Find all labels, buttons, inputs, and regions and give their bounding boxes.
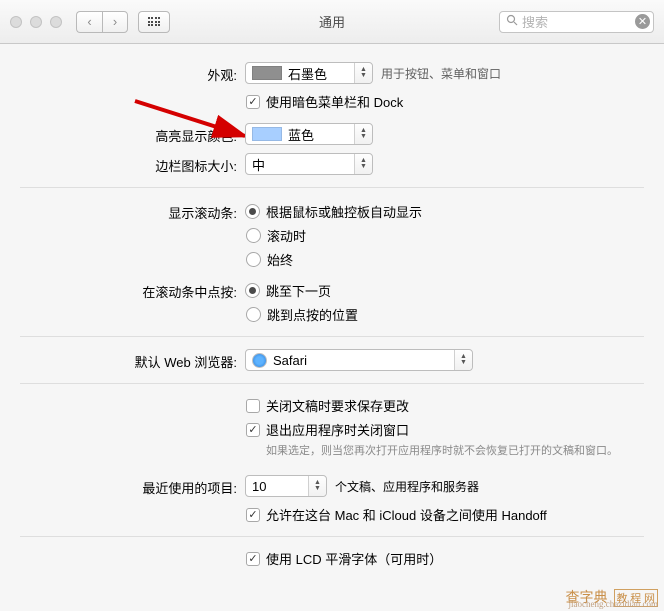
forward-button[interactable]: › xyxy=(102,11,128,33)
browser-select[interactable]: Safari ▲▼ xyxy=(245,349,473,371)
appearance-hint: 用于按钮、菜单和窗口 xyxy=(381,65,501,82)
quit-close-checkbox[interactable]: ✓ xyxy=(246,423,260,437)
window-title: 通用 xyxy=(319,12,345,31)
chevron-updown-icon: ▲▼ xyxy=(308,476,326,496)
search-placeholder: 搜索 xyxy=(522,12,548,31)
dark-mode-label: 使用暗色菜单栏和 Dock xyxy=(266,92,403,111)
back-button[interactable]: ‹ xyxy=(76,11,102,33)
handoff-checkbox[interactable]: ✓ xyxy=(246,508,260,522)
close-docs-checkbox[interactable] xyxy=(246,399,260,413)
lcd-checkbox[interactable]: ✓ xyxy=(246,552,260,566)
scrollbar-scrolling-radio[interactable] xyxy=(246,228,261,243)
divider xyxy=(20,187,644,188)
show-all-button[interactable] xyxy=(138,11,170,33)
search-icon xyxy=(506,14,518,29)
appearance-swatch xyxy=(252,66,282,80)
nav-buttons: ‹ › xyxy=(76,11,128,33)
scrollbar-always-label: 始终 xyxy=(267,250,293,269)
lcd-label: 使用 LCD 平滑字体（可用时） xyxy=(266,549,442,568)
scrollbar-auto-label: 根据鼠标或触控板自动显示 xyxy=(266,202,422,221)
recent-label: 最近使用的项目: xyxy=(0,475,245,497)
dark-mode-checkbox[interactable]: ✓ xyxy=(246,95,260,109)
highlight-swatch xyxy=(252,127,282,141)
browser-label: 默认 Web 浏览器: xyxy=(0,349,245,371)
titlebar: ‹ › 通用 搜索 ✕ xyxy=(0,0,664,44)
scroll-click-spot-label: 跳到点按的位置 xyxy=(267,305,358,324)
grid-icon xyxy=(148,17,161,26)
recent-select[interactable]: 10 ▲▼ xyxy=(245,475,327,497)
window-controls xyxy=(10,16,62,28)
clear-search-icon[interactable]: ✕ xyxy=(635,14,650,29)
appearance-value: 石墨色 xyxy=(288,64,327,83)
quit-close-label: 退出应用程序时关闭窗口 xyxy=(266,420,409,439)
browser-value: Safari xyxy=(273,353,307,368)
handoff-label: 允许在这台 Mac 和 iCloud 设备之间使用 Handoff xyxy=(266,505,547,524)
content-area: 外观: 石墨色 ▲▼ 用于按钮、菜单和窗口 ✓ 使用暗色菜单栏和 Dock 高亮… xyxy=(0,44,664,611)
scrollbar-scrolling-label: 滚动时 xyxy=(267,226,306,245)
highlight-select[interactable]: 蓝色 ▲▼ xyxy=(245,123,373,145)
quit-close-helper: 如果选定，则当您再次打开应用程序时就不会恢复已打开的文稿和窗口。 xyxy=(266,444,634,459)
minimize-window-icon[interactable] xyxy=(30,16,42,28)
zoom-window-icon[interactable] xyxy=(50,16,62,28)
scrollbar-auto-radio[interactable] xyxy=(245,204,260,219)
close-docs-label: 关闭文稿时要求保存更改 xyxy=(266,396,409,415)
appearance-select[interactable]: 石墨色 ▲▼ xyxy=(245,62,373,84)
scrollbar-always-radio[interactable] xyxy=(246,252,261,267)
close-window-icon[interactable] xyxy=(10,16,22,28)
chevron-updown-icon: ▲▼ xyxy=(454,350,472,370)
watermark: 查字典 教 程 网 jiaocheng.chazidian.com xyxy=(566,587,659,607)
divider xyxy=(20,336,644,337)
sidebar-size-value: 中 xyxy=(252,155,265,174)
sidebar-size-select[interactable]: 中 ▲▼ xyxy=(245,153,373,175)
scroll-click-page-label: 跳至下一页 xyxy=(266,281,331,300)
highlight-value: 蓝色 xyxy=(288,125,314,144)
safari-icon xyxy=(252,353,267,368)
recent-value: 10 xyxy=(252,479,266,494)
scroll-click-label: 在滚动条中点按: xyxy=(0,279,245,301)
sidebar-size-label: 边栏图标大小: xyxy=(0,153,245,175)
highlight-label: 高亮显示颜色: xyxy=(0,123,245,145)
divider xyxy=(20,383,644,384)
scroll-click-spot-radio[interactable] xyxy=(246,307,261,322)
watermark-sub: jiaocheng.chazidian.com xyxy=(569,599,658,609)
divider xyxy=(20,536,644,537)
scroll-click-page-radio[interactable] xyxy=(245,283,260,298)
appearance-label: 外观: xyxy=(0,62,245,84)
chevron-updown-icon: ▲▼ xyxy=(354,154,372,174)
scrollbars-label: 显示滚动条: xyxy=(0,200,245,222)
chevron-updown-icon: ▲▼ xyxy=(354,124,372,144)
recent-suffix: 个文稿、应用程序和服务器 xyxy=(335,478,479,495)
chevron-updown-icon: ▲▼ xyxy=(354,63,372,83)
search-input[interactable]: 搜索 ✕ xyxy=(499,11,654,33)
